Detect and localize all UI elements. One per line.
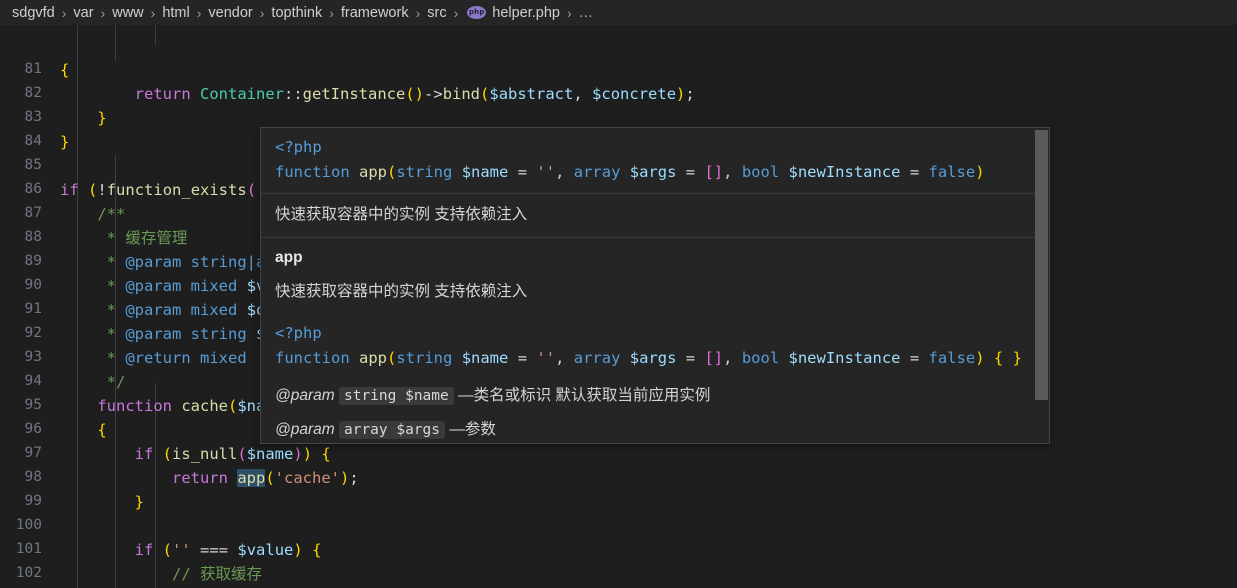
param-type: array $args xyxy=(338,421,446,439)
param-dash: — xyxy=(458,387,474,404)
breadcrumb-separator: › xyxy=(100,4,106,21)
breadcrumb-item-overflow[interactable]: … xyxy=(579,5,594,21)
code-line[interactable]: 84 xyxy=(0,105,1237,149)
hover-tooltip[interactable]: <?php function app(string $name = '', ar… xyxy=(260,127,1050,444)
breadcrumb-item-helper-php[interactable]: helper.php xyxy=(492,5,560,21)
code-line[interactable]: 81 return Container::getInstance()->bind… xyxy=(0,33,1237,102)
tooltip-body-code: <?php function app(string $name = '', ar… xyxy=(275,324,1022,367)
breadcrumb-item-topthink[interactable]: topthink xyxy=(271,5,322,21)
code-editor[interactable]: { 81 return Container::getInstance()->bi… xyxy=(0,25,1237,588)
code-line[interactable]: 103 } elseif (is_null($value)) { xyxy=(0,561,1237,585)
tooltip-summary: 快速获取容器中的实例 支持依赖注入 xyxy=(261,194,1049,237)
breadcrumb-item-html[interactable]: html xyxy=(162,5,189,21)
tooltip-param-row: @param array $args —参数 xyxy=(261,413,1049,443)
breadcrumb-item-vendor[interactable]: vendor xyxy=(208,5,252,21)
breadcrumb-item-www[interactable]: www xyxy=(112,5,143,21)
breadcrumb-separator: › xyxy=(453,4,459,21)
code-line[interactable]: 82 } xyxy=(0,57,1237,126)
breadcrumb-separator: › xyxy=(196,4,202,21)
code-line[interactable]: 99 xyxy=(0,465,1237,509)
breadcrumb-separator: › xyxy=(567,4,572,21)
breadcrumb[interactable]: sdgvfd › var › www › html › vendor › top… xyxy=(0,0,1237,25)
param-desc: 参数 xyxy=(464,421,496,438)
breadcrumb-separator: › xyxy=(259,4,265,21)
php-open-tag: <?php xyxy=(275,138,322,156)
tooltip-param-row: @param string $name —类名或标识 默认获取当前应用实例 xyxy=(261,379,1049,413)
breadcrumb-separator: › xyxy=(61,4,67,21)
breadcrumb-item-framework[interactable]: framework xyxy=(341,5,409,21)
code-line[interactable]: 98 } xyxy=(0,441,1237,510)
tooltip-summary-text: 快速获取容器中的实例 支持依赖注入 xyxy=(275,206,528,223)
code-line[interactable]: 102 return 0 === strpos($name, '?') ? Ca… xyxy=(0,537,1237,581)
param-tag: @param xyxy=(275,421,335,438)
breadcrumb-separator: › xyxy=(329,4,334,21)
php-icon-text: php xyxy=(468,8,485,16)
breadcrumb-item-sdgvfd[interactable]: sdgvfd xyxy=(12,5,55,21)
tooltip-symbol-name: app xyxy=(275,249,303,266)
tooltip-scrollbar[interactable] xyxy=(1035,130,1048,400)
param-type: string $name xyxy=(338,387,454,405)
code-line[interactable]: 101 // 获取缓存 xyxy=(0,513,1237,582)
tooltip-description: 快速获取容器中的实例 支持依赖注入 xyxy=(275,283,528,300)
param-desc: 类名或标识 默认获取当前应用实例 xyxy=(473,387,711,404)
vscode-editor-window: sdgvfd › var › www › html › vendor › top… xyxy=(0,0,1237,588)
code-line[interactable]: 100 if ('' === $value) { xyxy=(0,489,1237,558)
breadcrumb-separator: › xyxy=(415,4,421,21)
php-elephant-icon: php xyxy=(467,6,487,19)
param-dash: — xyxy=(449,421,465,438)
tooltip-body: app 快速获取容器中的实例 支持依赖注入 <?php function app… xyxy=(261,238,1049,443)
code-line[interactable]: 83 } xyxy=(0,81,1237,150)
breadcrumb-separator: › xyxy=(150,4,156,21)
param-tag: @param xyxy=(275,387,335,404)
breadcrumb-item-var[interactable]: var xyxy=(73,5,93,21)
tooltip-signature-code: <?php function app(string $name = '', ar… xyxy=(275,138,985,181)
php-open-tag: <?php xyxy=(275,324,322,342)
breadcrumb-item-src[interactable]: src xyxy=(427,5,446,21)
tooltip-signature-header: <?php function app(string $name = '', ar… xyxy=(261,128,1049,193)
